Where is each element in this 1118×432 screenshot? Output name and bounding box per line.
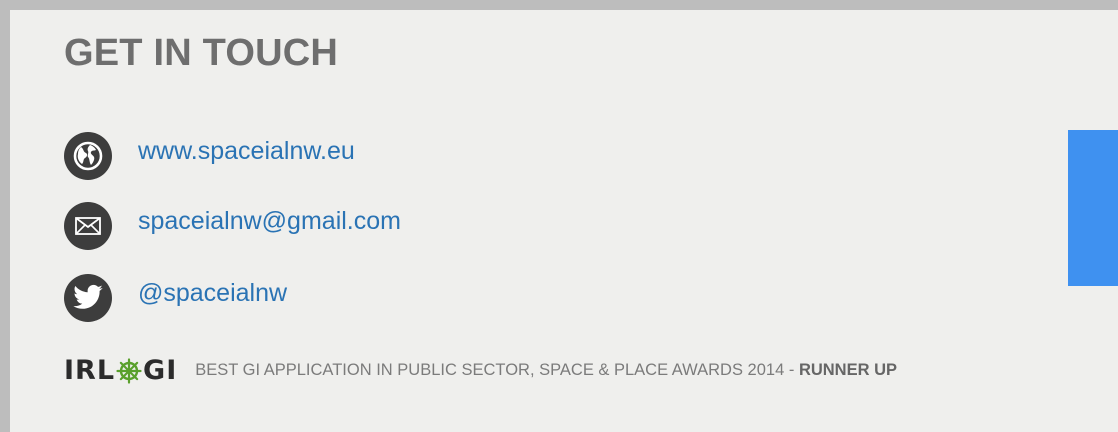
contact-twitter-row: @spaceialnw <box>64 273 287 323</box>
logo-text-left: IRL <box>64 355 116 386</box>
side-tab[interactable] <box>1068 130 1118 286</box>
globe-icon <box>64 132 112 180</box>
contact-website-row: www.spaceialnw.eu <box>64 131 355 181</box>
email-link[interactable]: spaceialnw@gmail.com <box>138 208 401 234</box>
section-title: GET IN TOUCH <box>64 32 339 74</box>
twitter-link[interactable]: @spaceialnw <box>138 280 287 306</box>
contact-email-row: spaceialnw@gmail.com <box>64 201 401 251</box>
twitter-bird-icon <box>64 274 112 322</box>
envelope-icon <box>64 202 112 250</box>
ships-wheel-icon <box>116 357 142 384</box>
award-separator: - <box>784 361 799 379</box>
irlogi-logo: IRL GI <box>64 355 177 386</box>
website-link[interactable]: www.spaceialnw.eu <box>138 138 355 164</box>
award-text: BEST GI APPLICATION IN PUBLIC SECTOR, SP… <box>195 361 897 380</box>
award-result: RUNNER UP <box>798 361 898 379</box>
award-row: IRL GI BEST GI APPLICATION IN PUBLIC SEC… <box>64 355 897 386</box>
logo-text-right: GI <box>143 355 178 386</box>
award-description: BEST GI APPLICATION IN PUBLIC SECTOR, SP… <box>195 361 785 379</box>
get-in-touch-panel: GET IN TOUCH www.spaceialnw.eu spaceialn… <box>0 0 1118 432</box>
